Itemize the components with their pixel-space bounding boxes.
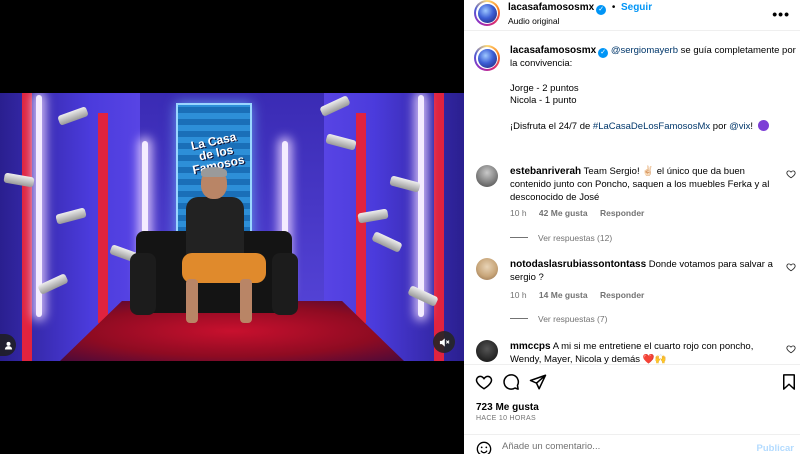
commenter-username[interactable]: mmccps (510, 341, 551, 352)
like-heart-icon[interactable] (475, 373, 493, 391)
person-leg (186, 279, 198, 323)
caption-mention[interactable]: @sergiomayerb (611, 45, 678, 56)
separator-dot: • (611, 2, 616, 13)
caption-username[interactable]: lacasafamososmx (510, 45, 596, 56)
publish-button[interactable]: Publicar (757, 443, 795, 454)
comment-bubble-icon[interactable] (502, 373, 520, 391)
author-avatar[interactable] (474, 0, 500, 26)
post-timestamp[interactable]: HACE 10 HORAS (476, 415, 536, 422)
red-stripe (434, 93, 444, 361)
caption-tagline-pre: ¡Disfruta el 24/7 de (510, 120, 593, 132)
mute-button[interactable] (433, 331, 455, 353)
comment-likes[interactable]: 42 Me gusta (539, 208, 588, 218)
commenter-avatar[interactable] (476, 340, 498, 362)
post-header: lacasafamososmx ✓ • Seguir Audio original… (464, 0, 800, 31)
comment-time[interactable]: 10 h (510, 208, 527, 218)
person-hair (201, 167, 227, 177)
view-replies-label: Ver respuestas (12) (538, 233, 613, 243)
view-replies-button[interactable]: Ver respuestas (7) (510, 314, 607, 324)
caption-text: lacasafamososmx ✓ @sergiomayerb se guía c… (510, 45, 800, 133)
video-player[interactable]: La Casa de los Famosos (0, 93, 464, 361)
audio-label[interactable]: Audio original (508, 16, 560, 26)
post-actions-bar: 723 Me gusta HACE 10 HORAS (464, 364, 800, 444)
light-tube (418, 95, 424, 317)
red-stripe (22, 93, 32, 361)
post-media[interactable]: La Casa de los Famosos (0, 0, 464, 454)
commenter-avatar[interactable] (476, 165, 498, 187)
person-torso (186, 197, 244, 257)
add-comment-bar: Publicar (464, 434, 800, 454)
commenter-avatar[interactable] (476, 258, 498, 280)
follow-button[interactable]: Seguir (621, 2, 652, 13)
author-avatar-image (477, 3, 497, 23)
caption-author-avatar[interactable] (474, 45, 500, 71)
caption-hashtag[interactable]: #LaCasaDeLosFamososMx (593, 121, 710, 132)
author-username[interactable]: lacasafamososmx (508, 2, 594, 13)
share-paper-plane-icon[interactable] (529, 373, 547, 391)
view-replies-button[interactable]: Ver respuestas (12) (510, 233, 612, 243)
red-stripe (98, 113, 108, 323)
view-replies-label: Ver respuestas (7) (538, 314, 608, 324)
caption-vix-mention[interactable]: @vix (729, 121, 750, 132)
comment-like-heart-icon[interactable] (786, 262, 796, 272)
comment-text: estebanriverah Team Sergio! ✌🏻 el único … (510, 165, 780, 204)
commenter-username[interactable]: notodaslasrubiassontontass (510, 259, 646, 270)
more-options-icon[interactable]: ••• (772, 6, 790, 22)
user-tag-icon (4, 341, 12, 350)
verified-badge-icon: ✓ (596, 5, 607, 15)
comment-time[interactable]: 10 h (510, 290, 527, 300)
comment-meta: 10 h 14 Me gusta Responder (510, 290, 654, 300)
verified-badge-icon: ✓ (598, 48, 609, 58)
like-count[interactable]: 723 Me gusta (476, 402, 539, 413)
comments-scroll-area[interactable]: lacasafamososmx ✓ @sergiomayerb se guía c… (464, 32, 800, 364)
save-bookmark-icon[interactable] (780, 373, 798, 391)
reply-button[interactable]: Responder (600, 208, 644, 218)
caption-tagline-mid: por (710, 120, 730, 132)
speaker-muted-icon (439, 337, 449, 347)
header-user-line: lacasafamososmx ✓ • Seguir (508, 2, 652, 15)
sofa-arm (130, 253, 156, 315)
caption-tagline: ¡Disfruta el 24/7 de #LaCasaDeLosFamosos… (510, 119, 800, 134)
comment-like-heart-icon[interactable] (786, 169, 796, 179)
comment-like-heart-icon[interactable] (786, 344, 796, 354)
caption-score-2: Nicola - 1 punto (510, 95, 577, 106)
caption-avatar-image (477, 48, 497, 68)
person-leg (240, 279, 252, 323)
reply-button[interactable]: Responder (600, 290, 644, 300)
replies-divider (510, 318, 528, 319)
comment-input[interactable] (502, 441, 732, 452)
comment-text: notodaslasrubiassontontass Donde votamos… (510, 258, 780, 284)
replies-divider (510, 237, 528, 238)
comment-likes[interactable]: 14 Me gusta (539, 290, 588, 300)
comment-meta: 10 h 42 Me gusta Responder (510, 208, 654, 218)
comment-text: mmccps A mi si me entretiene el cuarto r… (510, 340, 780, 364)
emoji-picker-icon[interactable] (476, 441, 492, 454)
sofa-arm (272, 253, 298, 315)
purple-emoji-icon (757, 119, 769, 131)
commenter-username[interactable]: estebanriverah (510, 166, 581, 177)
post-side-panel: lacasafamososmx ✓ • Seguir Audio original… (464, 0, 800, 454)
caption-tagline-end: ! (750, 120, 754, 132)
caption-score-1: Jorge - 2 puntos (510, 82, 579, 94)
